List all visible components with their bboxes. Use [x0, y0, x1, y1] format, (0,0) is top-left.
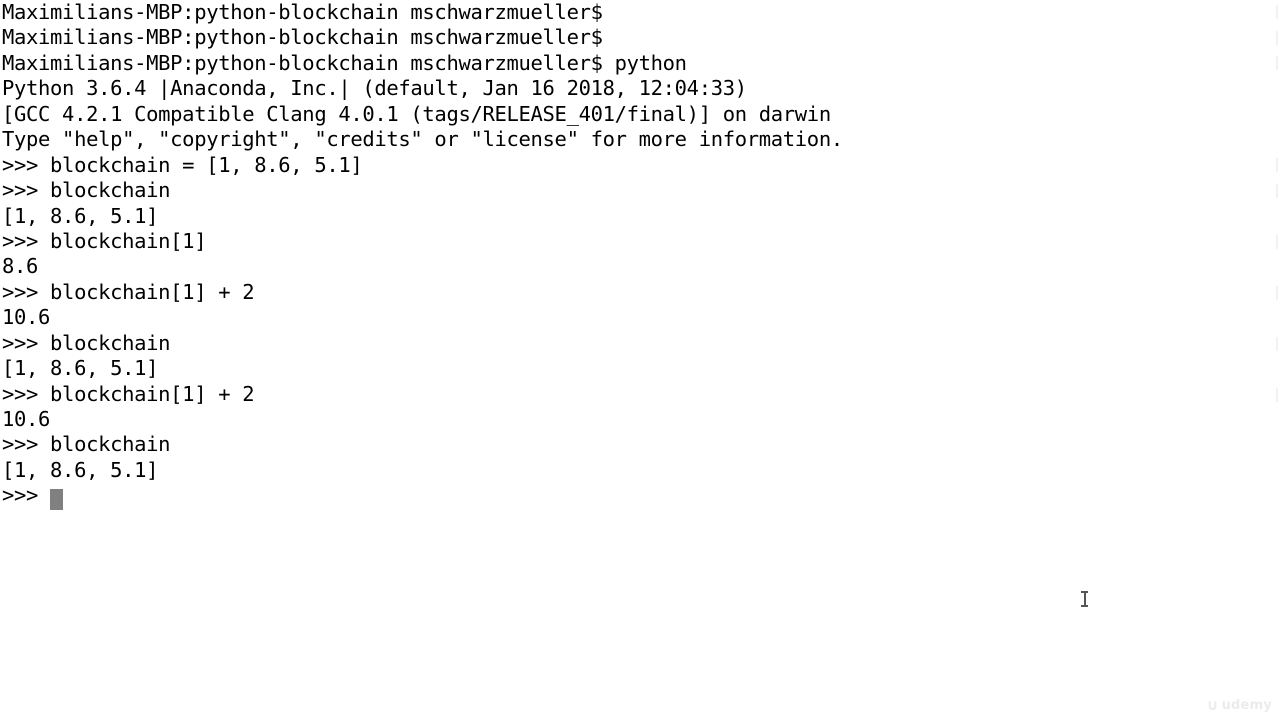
terminal-line: Maximilians-MBP:python-blockchain mschwa…: [2, 25, 603, 50]
terminal-line: >>> blockchain: [2, 178, 171, 203]
terminal-line: 8.6: [2, 254, 39, 279]
terminal-line: >>> blockchain: [2, 432, 171, 457]
terminal-line: [1, 8.6, 5.1]: [2, 457, 159, 482]
terminal-line: 10.6: [2, 305, 51, 330]
terminal-active-prompt-line[interactable]: >>>: [2, 483, 1280, 510]
prompt-label: >>>: [2, 483, 51, 508]
udemy-watermark: ∪ udemy: [1206, 696, 1272, 714]
terminal-line: 10.6: [2, 407, 51, 431]
terminal-window[interactable]: Maximilians-MBP:python-blockchain mschwa…: [0, 0, 1280, 720]
terminal-line: >>> blockchain[1] + 2: [2, 279, 255, 304]
terminal-line: >>> blockchain: [2, 330, 171, 355]
terminal-line: Python 3.6.4 |Anaconda, Inc.| (default, …: [2, 76, 747, 101]
terminal-line: >>> blockchain[1]: [2, 228, 207, 253]
ibeam-text-cursor-icon: [1080, 590, 1089, 608]
udemy-watermark-label: udemy: [1221, 697, 1272, 713]
terminal-line: [1, 8.6, 5.1]: [2, 203, 159, 228]
text-cursor-block: [50, 488, 64, 510]
terminal-line: >>> blockchain[1] + 2: [2, 381, 255, 406]
terminal-screen[interactable]: Maximilians-MBP:python-blockchain mschwa…: [2, 0, 1280, 510]
terminal-line: Maximilians-MBP:python-blockchain mschwa…: [2, 50, 687, 75]
udemy-logo-icon: ∪: [1206, 696, 1219, 714]
terminal-line: Maximilians-MBP:python-blockchain mschwa…: [2, 0, 603, 24]
terminal-line: Type "help", "copyright", "credits" or "…: [2, 127, 843, 152]
terminal-line: >>> blockchain = [1, 8.6, 5.1]: [2, 152, 363, 177]
terminal-line: [GCC 4.2.1 Compatible Clang 4.0.1 (tags/…: [2, 101, 831, 126]
terminal-line: [1, 8.6, 5.1]: [2, 356, 159, 381]
